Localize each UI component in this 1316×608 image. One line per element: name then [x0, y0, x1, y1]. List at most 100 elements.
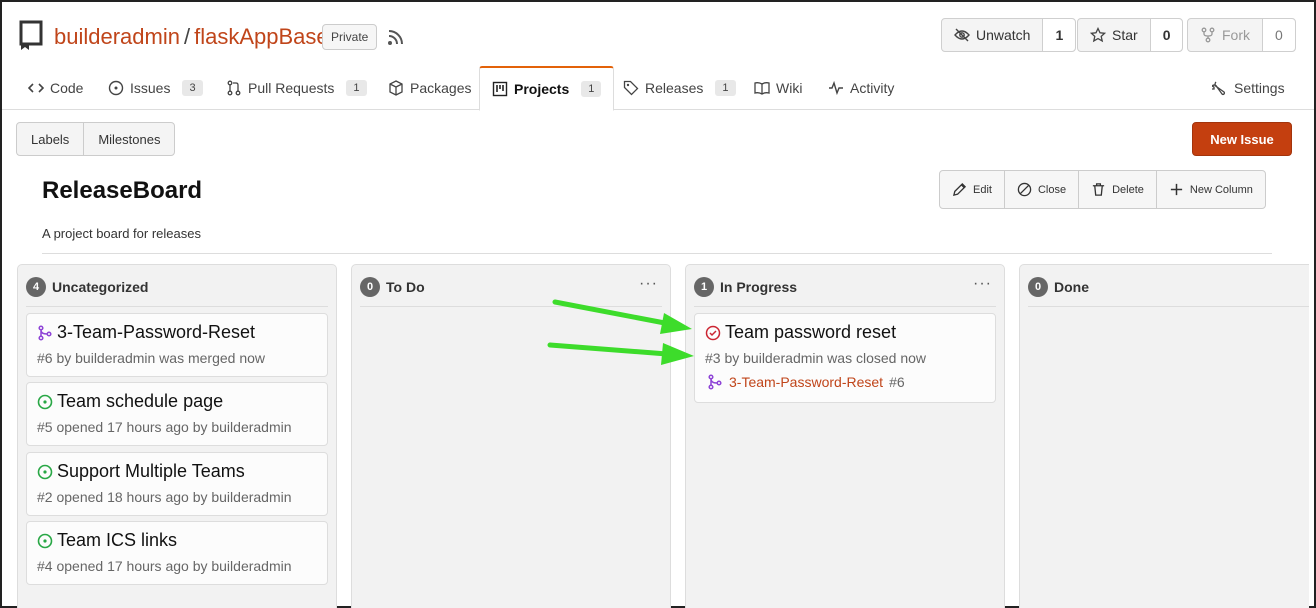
fork-button[interactable]: Fork 0: [1187, 18, 1296, 52]
tab-pull-requests[interactable]: Pull Requests 1: [226, 66, 367, 110]
tab-count: 1: [715, 80, 736, 96]
card-title[interactable]: 3-Team-Password-Reset: [57, 322, 255, 343]
watch-count[interactable]: 1: [1043, 19, 1076, 51]
repo-owner-link[interactable]: builderadmin: [54, 24, 180, 50]
card-title[interactable]: Support Multiple Teams: [57, 461, 245, 482]
tab-wiki[interactable]: Wiki: [754, 66, 802, 110]
star-label: Star: [1112, 27, 1138, 43]
star-icon: [1090, 27, 1106, 43]
star-button[interactable]: Star 0: [1077, 18, 1184, 52]
column-card-count: 0: [1028, 277, 1048, 297]
linked-pull-request[interactable]: 3-Team-Password-Reset #6: [707, 374, 905, 390]
tab-label: Activity: [850, 80, 895, 96]
plus-icon: [1170, 183, 1183, 196]
tab-issues[interactable]: Issues 3: [108, 66, 203, 110]
labels-milestones-nav: Labels Milestones: [16, 122, 176, 156]
tab-releases[interactable]: Releases 1: [623, 66, 736, 110]
close-board-button[interactable]: Close: [1003, 171, 1078, 208]
repo-nav-tabs: Code Issues 3 Pull Requests 1 Packages P…: [2, 66, 1314, 111]
column-header: 0 To Do: [360, 277, 425, 297]
tab-activity[interactable]: Activity: [828, 66, 894, 110]
delete-label: Delete: [1112, 183, 1144, 196]
trash-icon: [1092, 183, 1105, 196]
tab-settings[interactable]: Settings: [1212, 66, 1285, 110]
rss-icon[interactable]: [387, 28, 405, 46]
column-name: In Progress: [720, 279, 798, 295]
repo-title: builderadmin / flaskAppBase: [54, 24, 329, 50]
project-icon: [492, 81, 508, 97]
board-actions: Edit Close Delete New Column: [939, 170, 1266, 209]
project-card[interactable]: Team ICS links #4 opened 17 hours ago by…: [26, 521, 328, 585]
tools-icon: [1212, 81, 1226, 96]
column-done: 0 Done: [1019, 264, 1309, 608]
board-divider: [42, 253, 1272, 254]
new-column-button[interactable]: New Column: [1155, 171, 1265, 208]
board-title: ReleaseBoard: [42, 177, 203, 204]
column-card-count: 4: [26, 277, 46, 297]
edit-board-button[interactable]: Edit: [940, 171, 1004, 208]
card-title[interactable]: Team schedule page: [57, 391, 223, 412]
new-column-label: New Column: [1189, 183, 1253, 196]
tab-label: Projects: [514, 81, 570, 97]
repo-icon: [19, 20, 43, 50]
tab-label: Packages: [410, 80, 472, 96]
fork-label: Fork: [1222, 27, 1250, 43]
board-description: A project board for releases: [42, 226, 201, 241]
tab-label: Code: [50, 80, 84, 96]
watch-button[interactable]: Unwatch 1: [941, 18, 1077, 52]
card-meta: #3 by builderadmin was closed now: [705, 350, 927, 366]
tab-projects[interactable]: Projects 1: [479, 66, 615, 111]
tab-label: Pull Requests: [248, 80, 335, 96]
linked-pr-number: #6: [889, 374, 905, 390]
column-header: 0 Done: [1028, 277, 1089, 297]
edit-label: Edit: [973, 183, 992, 196]
pencil-icon: [952, 182, 967, 197]
fork-count[interactable]: 0: [1263, 19, 1295, 51]
column-uncategorized: 4 Uncategorized 3-Team-Password-Reset #6…: [17, 264, 337, 608]
private-badge: Private: [322, 24, 378, 50]
merged-icon: [38, 324, 52, 341]
repo-name-link[interactable]: flaskAppBase: [194, 24, 329, 50]
card-title[interactable]: Team password reset: [725, 322, 896, 343]
linked-pr-name[interactable]: 3-Team-Password-Reset: [729, 374, 883, 390]
issue-open-icon: [37, 394, 53, 409]
tab-count: 1: [581, 81, 602, 97]
tab-label: Issues: [130, 80, 171, 96]
project-card[interactable]: Team schedule page #5 opened 17 hours ag…: [26, 382, 328, 446]
tab-count: 1: [346, 80, 367, 96]
star-count[interactable]: 0: [1150, 19, 1183, 51]
project-card[interactable]: Support Multiple Teams #2 opened 18 hour…: [26, 452, 328, 516]
issue-closed-icon: [705, 325, 721, 340]
annotation-arrows: [547, 299, 694, 365]
tab-count: 3: [182, 80, 203, 96]
milestones-button[interactable]: Milestones: [83, 123, 174, 155]
column-name: Uncategorized: [52, 279, 149, 295]
arrow-icon: [552, 299, 692, 334]
project-card[interactable]: Team password reset #3 by builderadmin w…: [694, 313, 996, 403]
column-header: 4 Uncategorized: [26, 277, 148, 297]
project-card[interactable]: 3-Team-Password-Reset #6 by builderadmin…: [26, 313, 328, 377]
book-icon: [754, 82, 770, 95]
card-meta: #5 opened 17 hours ago by builderadmin: [37, 419, 292, 435]
column-menu-button[interactable]: ···: [639, 275, 658, 293]
column-name: Done: [1054, 279, 1089, 295]
new-issue-button[interactable]: New Issue: [1192, 122, 1292, 156]
pull-request-icon: [227, 80, 241, 96]
tab-label: Releases: [645, 80, 704, 96]
card-meta: #2 opened 18 hours ago by builderadmin: [37, 489, 292, 505]
eye-slash-icon: [954, 28, 970, 42]
tab-label: Wiki: [776, 80, 803, 96]
column-card-count: 0: [360, 277, 380, 297]
issue-icon: [108, 80, 124, 96]
tab-packages[interactable]: Packages: [388, 66, 471, 110]
column-menu-button[interactable]: ···: [973, 275, 992, 293]
close-label: Close: [1037, 183, 1067, 196]
tab-label: Settings: [1234, 80, 1285, 96]
tab-code[interactable]: Code: [28, 66, 83, 110]
delete-board-button[interactable]: Delete: [1078, 171, 1156, 208]
labels-button[interactable]: Labels: [17, 123, 83, 155]
card-title[interactable]: Team ICS links: [57, 530, 177, 551]
repo-separator: /: [183, 24, 191, 49]
circle-slash-icon: [1017, 182, 1032, 197]
code-icon: [28, 83, 44, 93]
